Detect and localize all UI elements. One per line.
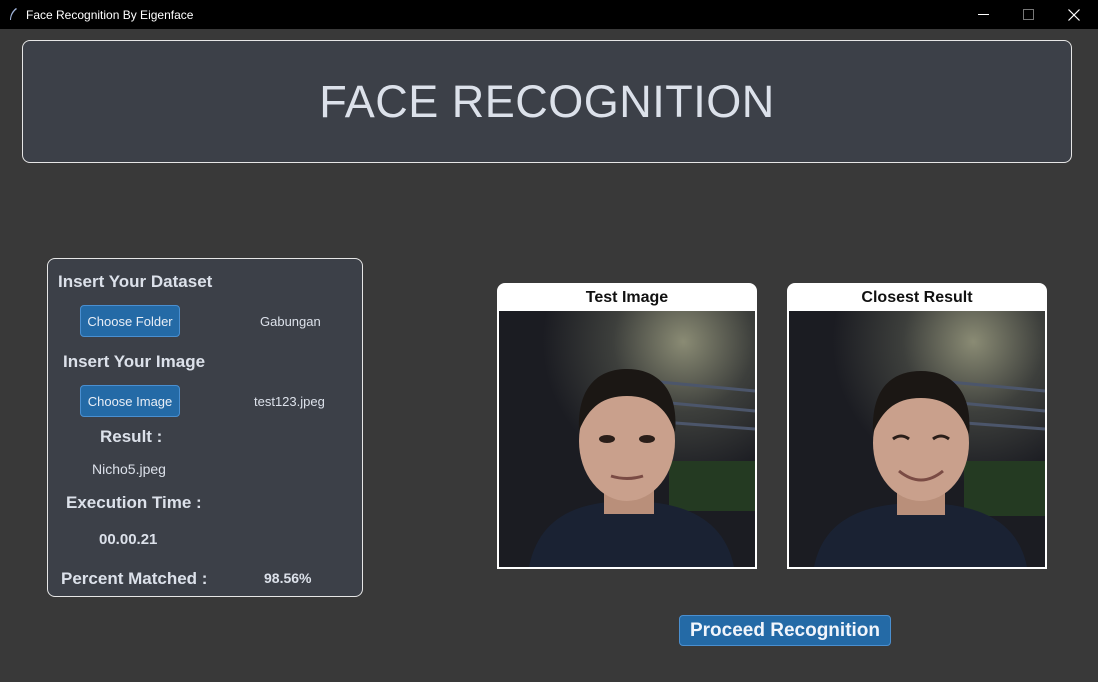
minimize-button[interactable]	[960, 0, 1006, 29]
minimize-icon	[977, 14, 989, 15]
closest-result-caption: Closest Result	[787, 283, 1047, 313]
close-icon	[1068, 8, 1080, 21]
result-face-photo	[789, 311, 1045, 567]
control-panel: Insert Your Dataset Choose Folder Gabung…	[47, 258, 363, 597]
result-label: Result :	[100, 427, 163, 446]
test-face-photo	[499, 311, 755, 567]
result-value: Nicho5.jpeg	[92, 461, 166, 477]
closest-result-card: Closest Result	[787, 283, 1047, 570]
dataset-label: Insert Your Dataset	[58, 272, 213, 291]
maximize-button[interactable]	[1005, 0, 1051, 29]
test-image-caption: Test Image	[497, 283, 757, 313]
folder-value: Gabungan	[260, 314, 321, 329]
image-value: test123.jpeg	[254, 394, 325, 409]
test-image-card: Test Image	[497, 283, 757, 570]
feather-icon	[10, 8, 17, 20]
window-title: Face Recognition By Eigenface	[26, 8, 194, 22]
choose-folder-button[interactable]: Choose Folder	[80, 305, 180, 337]
maximize-icon	[1022, 9, 1034, 20]
window-titlebar: Face Recognition By Eigenface	[0, 0, 1098, 29]
percent-matched-label: Percent Matched :	[61, 569, 208, 588]
execution-time-value: 00.00.21	[99, 531, 158, 548]
image-label: Insert Your Image	[63, 352, 206, 371]
page-title: FACE RECOGNITION	[319, 75, 775, 127]
execution-time-label: Execution Time :	[66, 493, 202, 512]
header-banner: FACE RECOGNITION	[22, 40, 1072, 163]
percent-matched-value: 98.56%	[264, 570, 312, 586]
close-button[interactable]	[1051, 0, 1097, 29]
closest-result-image	[787, 311, 1047, 569]
test-image	[497, 311, 757, 569]
choose-image-button[interactable]: Choose Image	[80, 385, 180, 417]
proceed-recognition-button[interactable]: Proceed Recognition	[679, 615, 891, 646]
